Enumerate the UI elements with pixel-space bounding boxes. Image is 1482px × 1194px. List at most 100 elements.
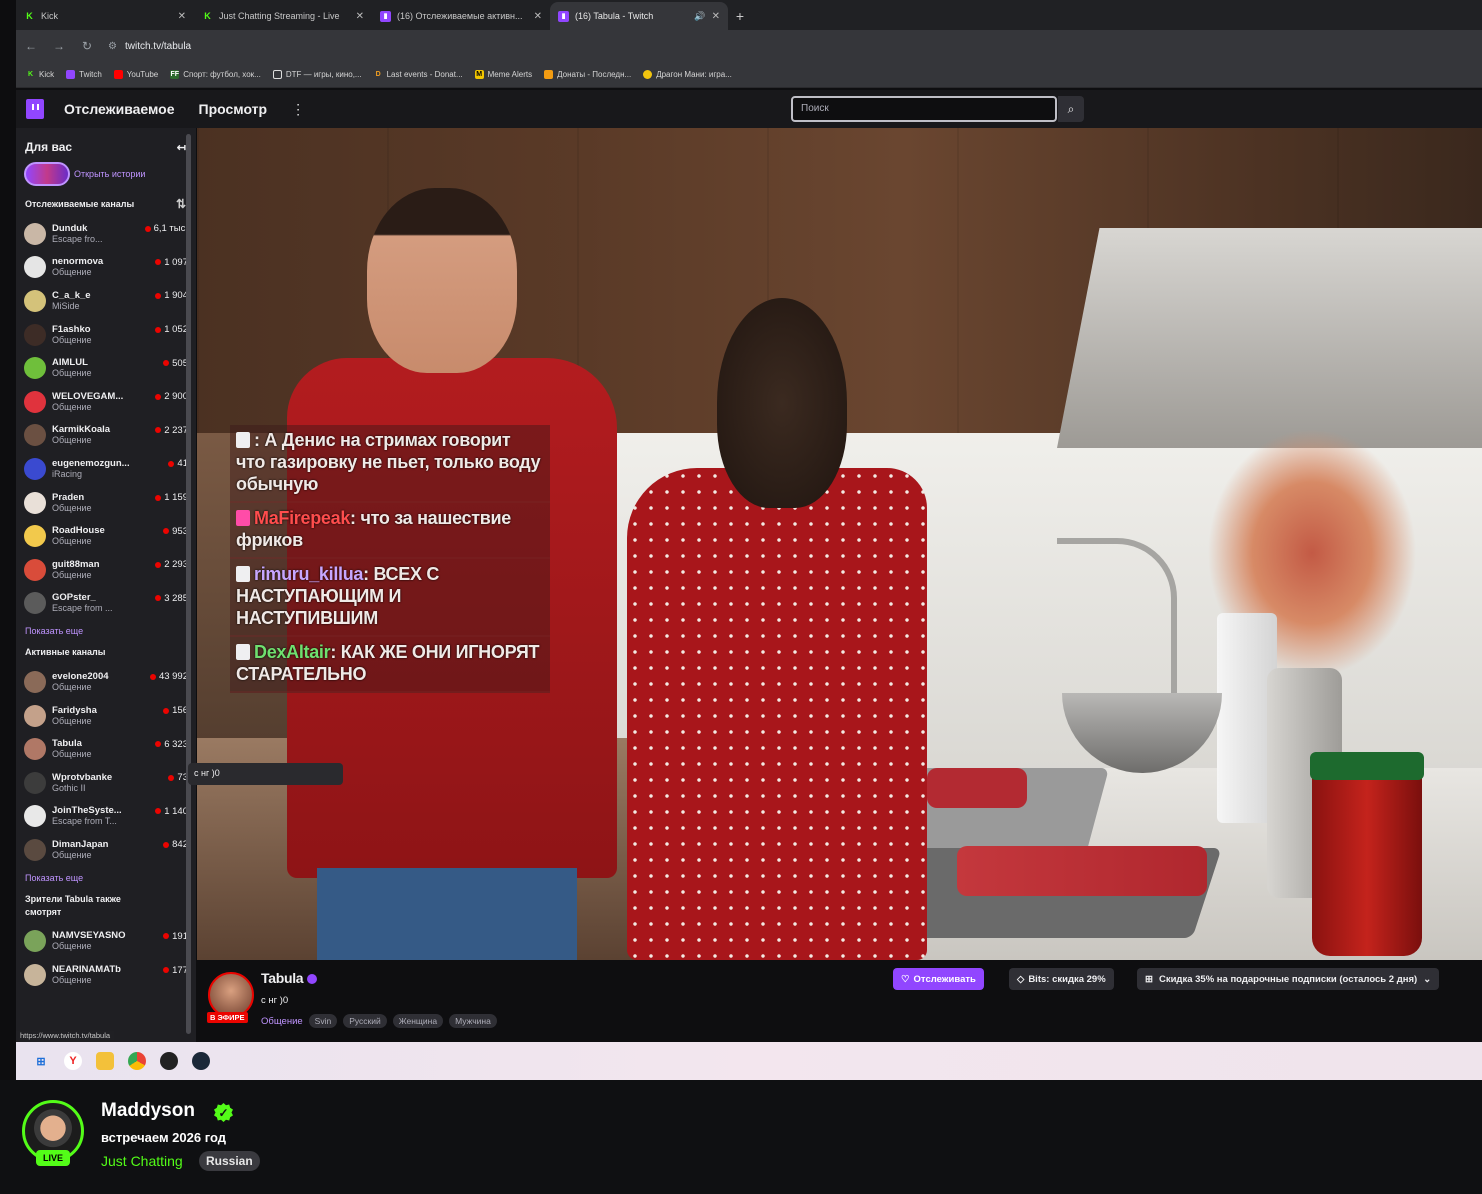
sidebar-channel-item[interactable]: F1ashko Общение 1 052 [16, 318, 196, 352]
viewer-count: 6 323 [155, 739, 188, 750]
collapse-icon[interactable]: ↤ [177, 141, 186, 154]
bookmark-donations[interactable]: Донаты - Последн... [544, 70, 631, 79]
channel-avatar [24, 592, 46, 615]
twitch-icon: ▮ [380, 10, 391, 22]
sidebar-channel-item[interactable]: Dunduk Escape fro... 6,1 тыс. [16, 217, 196, 251]
sidebar-channel-item[interactable]: DimanJapan Общение 842 [16, 833, 196, 867]
twitch-logo-icon[interactable] [26, 99, 44, 119]
obs-icon[interactable] [160, 1052, 178, 1070]
close-icon[interactable]: ✕ [356, 11, 364, 22]
tag[interactable]: Женщина [392, 1014, 444, 1028]
sidebar-channel-item[interactable]: KarmikKoala Общение 2 237 [16, 419, 196, 453]
sidebar-scrollbar[interactable] [186, 134, 191, 1034]
new-tab-button[interactable]: + [728, 2, 752, 30]
search-input[interactable]: Поиск [791, 96, 1057, 122]
channel-avatar [24, 771, 46, 794]
bits-button[interactable]: ◇ Bits: скидка 29% [1009, 968, 1114, 990]
follow-button[interactable]: ♡ Отслеживать [893, 968, 984, 990]
nav-following[interactable]: Отслеживаемое [64, 101, 175, 117]
sidebar-channel-item[interactable]: Praden Общение 1 159 [16, 486, 196, 520]
kick-icon: K [204, 11, 211, 21]
tab-twitch-following[interactable]: ▮ (16) Отслеживаемые активн... ✕ [372, 2, 550, 30]
bookmark-label: Kick [39, 70, 55, 79]
viewer-count: 1 904 [155, 290, 188, 301]
bookmark-dtf[interactable]: DTF — игры, кино,... [272, 70, 362, 79]
bookmark-sport[interactable]: FF Спорт: футбол, хок... [170, 70, 261, 79]
gift-subs-button[interactable]: ⊞ Скидка 35% на подарочные подписки (ост… [1137, 968, 1440, 990]
channel-name: F1ashko [52, 323, 91, 335]
speaker-icon[interactable]: 🔊 [694, 11, 705, 22]
reload-icon[interactable]: ↻ [80, 39, 94, 53]
forward-icon[interactable]: → [52, 39, 66, 53]
tag[interactable]: Svin [308, 1014, 338, 1028]
show-more-link[interactable]: Показать еще [16, 620, 196, 644]
sidebar-channel-item[interactable]: NEARINAMATb Общение 177 [16, 958, 196, 992]
tab-just-chatting[interactable]: K Just Chatting Streaming - Live ✕ [194, 2, 372, 30]
show-more-link[interactable]: Показать еще [16, 867, 196, 891]
sidebar-channel-item[interactable]: nenormova Общение 1 097 [16, 251, 196, 285]
back-icon[interactable]: ← [24, 39, 38, 53]
verified-icon [307, 974, 317, 984]
close-icon[interactable]: ✕ [534, 11, 542, 22]
sort-icon[interactable]: ⇅ [176, 198, 186, 211]
sidebar-channel-item[interactable]: WELOVEGAM... Общение 2 900 [16, 385, 196, 419]
windows-taskbar: ⊞ Y [16, 1042, 1482, 1080]
channel-info: JoinTheSyste... Escape from T... [52, 805, 155, 827]
sidebar-channel-item[interactable]: RoadHouse Общение 953 [16, 519, 196, 553]
chat-badge-icon [236, 510, 250, 526]
sidebar-channel-item[interactable]: NAMVSEYASNO Общение 191 [16, 925, 196, 959]
tag[interactable]: Русский [343, 1014, 387, 1028]
sidebar-channel-item[interactable]: C_a_k_e MiSide 1 904 [16, 284, 196, 318]
sidebar-channel-item[interactable]: AIMLUL Общение 505 [16, 351, 196, 385]
tag[interactable]: Мужчина [449, 1014, 497, 1028]
tab-kick[interactable]: K Kick ✕ [16, 2, 194, 30]
sidebar-channel-item[interactable]: Tabula Общение 6 323 [16, 732, 196, 766]
sidebar-channel-item[interactable]: evelone2004 Общение 43 992 [16, 665, 196, 699]
bookmark-donat[interactable]: D Last events - Donat... [374, 70, 463, 79]
channel-category: Общение [52, 681, 92, 692]
viewer-count: 505 [163, 358, 188, 369]
stories-button[interactable]: Открыть истории [16, 158, 196, 190]
sidebar-channel-item[interactable]: JoinTheSyste... Escape from T... 1 140 [16, 800, 196, 834]
category-link[interactable]: Общение [261, 1016, 303, 1027]
channel-name: C_a_k_e [52, 289, 91, 301]
shared-screen: K Kick ✕ K Just Chatting Streaming - Liv… [0, 0, 1482, 1080]
sidebar-channel-item[interactable]: Wprotvbanke Gothic II 73 [16, 766, 196, 800]
sidebar-channel-item[interactable]: Faridysha Общение 156 [16, 699, 196, 733]
bookmark-twitch[interactable]: Twitch [66, 70, 102, 79]
language-tag[interactable]: Russian [199, 1151, 260, 1171]
viewer-count: 177 [163, 965, 188, 976]
chrome-icon[interactable] [128, 1052, 146, 1070]
search-button[interactable]: ⌕ [1058, 96, 1084, 122]
yandex-browser-icon[interactable]: Y [64, 1052, 82, 1070]
file-explorer-icon[interactable] [96, 1052, 114, 1070]
viewer-count-text: 1 159 [164, 492, 188, 504]
bookmark-meme-alerts[interactable]: M Meme Alerts [474, 70, 532, 79]
viewer-count-text: 2 293 [164, 559, 188, 571]
channel-category: Общение [52, 435, 92, 446]
site-info-icon[interactable]: ⚙ [108, 41, 117, 52]
steam-icon[interactable] [192, 1052, 210, 1070]
nav-browse[interactable]: Просмотр [199, 101, 268, 117]
live-dot-icon [168, 774, 175, 781]
sidebar-channel-item[interactable]: GOPster_ Escape from ... 3 285 [16, 587, 196, 621]
viewer-count-text: 1 052 [164, 324, 188, 336]
channel-info: Faridysha Общение [52, 705, 163, 727]
bookmark-kick[interactable]: K Kick [26, 70, 54, 79]
viewer-count: 1 159 [155, 492, 188, 503]
category-link[interactable]: Just Chatting [101, 1153, 183, 1169]
close-icon[interactable]: ✕ [178, 11, 186, 22]
address-bar[interactable]: ⚙ twitch.tv/tabula [108, 41, 191, 52]
windows-start-icon[interactable]: ⊞ [32, 1052, 50, 1070]
close-icon[interactable]: ✕ [712, 11, 720, 22]
more-icon[interactable]: ⋮ [291, 101, 305, 118]
viewer-count-text: 1 904 [164, 290, 188, 302]
sidebar-channel-item[interactable]: eugenemozgun... iRacing 41 [16, 452, 196, 486]
tab-twitch-tabula[interactable]: ▮ (16) Tabula - Twitch 🔊 ✕ [550, 2, 728, 30]
channel-info: eugenemozgun... iRacing [52, 458, 168, 480]
bookmark-youtube[interactable]: YouTube [113, 70, 158, 79]
streamer-name[interactable]: Maddyson [101, 1100, 195, 1122]
sidebar-channel-item[interactable]: guit88man Общение 2 293 [16, 553, 196, 587]
channel-name[interactable]: Tabula [261, 970, 304, 986]
bookmark-dragon[interactable]: Драгон Мани: игра... [643, 70, 732, 79]
